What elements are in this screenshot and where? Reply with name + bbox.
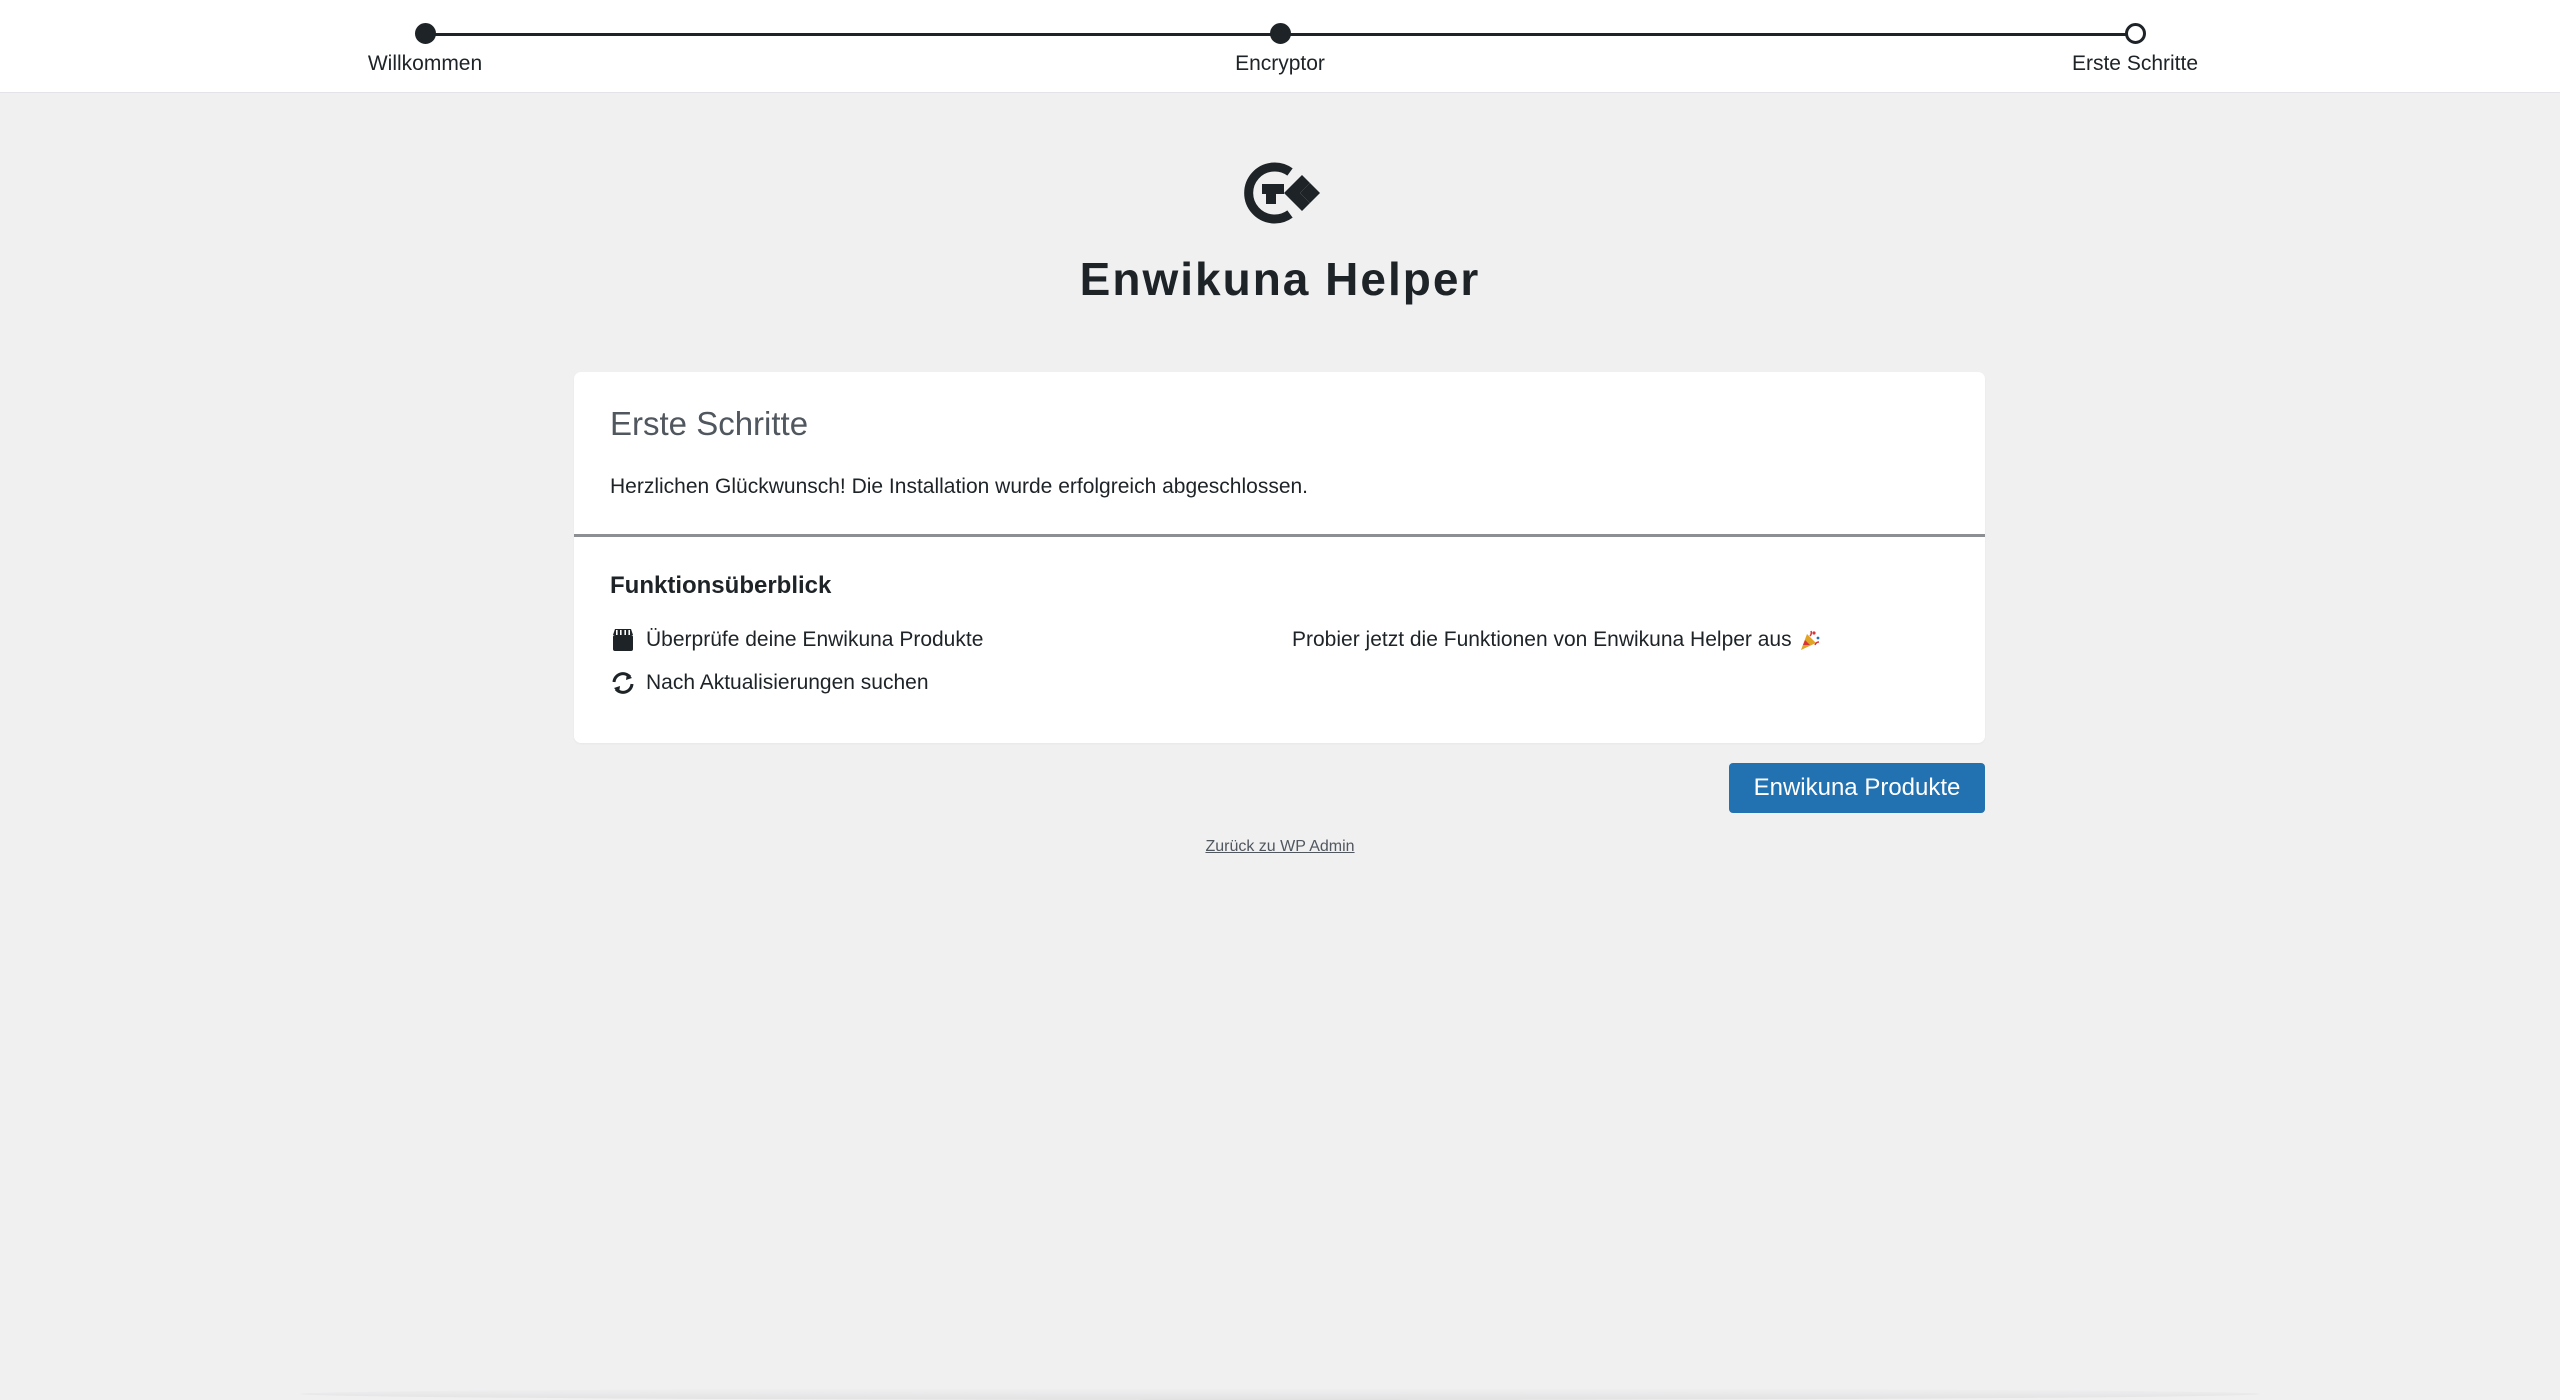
- feature-item-check-updates: Nach Aktualisierungen suchen: [610, 667, 929, 699]
- update-icon: [610, 670, 636, 696]
- card-divider: [574, 534, 1985, 537]
- step-label: Willkommen: [367, 52, 483, 75]
- step-dot-current: [2125, 23, 2146, 44]
- feature-label: Nach Aktualisierungen suchen: [646, 671, 929, 694]
- party-popper-icon: [1798, 628, 1822, 652]
- step-label: Erste Schritte: [2071, 52, 2199, 75]
- bottom-shadow: [300, 1388, 2260, 1400]
- feature-label: Überprüfe deine Enwikuna Produkte: [646, 628, 984, 651]
- back-link-container: Zurück zu WP Admin: [0, 838, 2560, 856]
- section-title: Funktionsüberblick: [610, 572, 832, 599]
- promo-label: Probier jetzt die Funktionen von Enwikun…: [1292, 628, 1792, 651]
- step-dot-completed: [1270, 23, 1291, 44]
- step-dot-completed: [415, 23, 436, 44]
- feature-item-check-products: Überprüfe deine Enwikuna Produkte: [610, 624, 983, 656]
- setup-stepper: Willkommen Encryptor Erste Schritte: [0, 0, 2560, 93]
- step-label: Encryptor: [1235, 52, 1325, 75]
- promo-text: Probier jetzt die Funktionen von Enwikun…: [1292, 624, 1822, 656]
- card-intro-text: Herzlichen Glückwunsch! Die Installation…: [610, 475, 1309, 498]
- getting-started-card: Erste Schritte Herzlichen Glückwunsch! D…: [574, 372, 1985, 743]
- back-to-wp-admin-link[interactable]: Zurück zu WP Admin: [1205, 838, 1354, 855]
- store-icon: [610, 627, 636, 653]
- enwikuna-logo-icon: [1240, 160, 1320, 226]
- enwikuna-products-button[interactable]: Enwikuna Produkte: [1729, 763, 1985, 813]
- step-erste-schritte: Erste Schritte: [1985, 0, 2285, 93]
- step-encryptor[interactable]: Encryptor: [1130, 0, 1430, 93]
- app-title: Enwikuna Helper: [1079, 253, 1481, 305]
- step-willkommen[interactable]: Willkommen: [275, 0, 575, 93]
- card-title: Erste Schritte: [610, 405, 809, 442]
